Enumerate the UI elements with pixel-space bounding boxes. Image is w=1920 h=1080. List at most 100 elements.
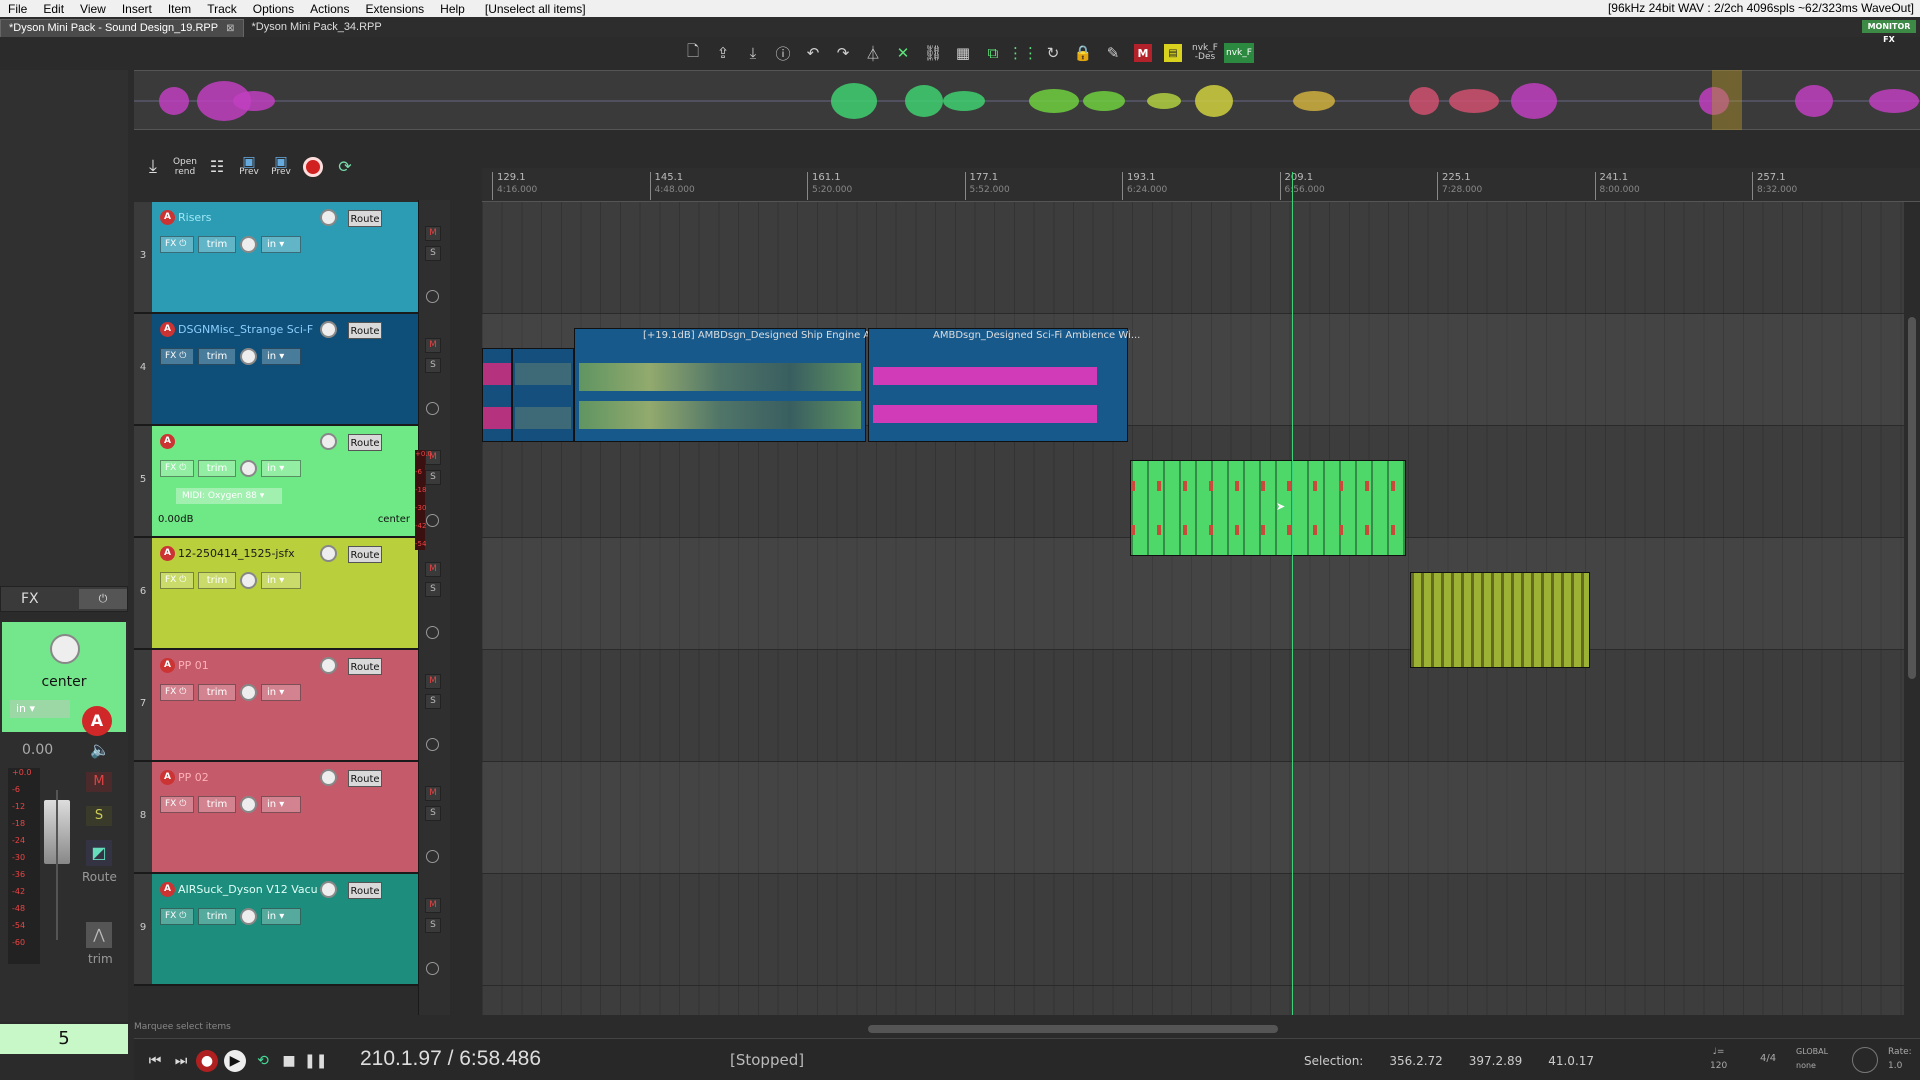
track-name[interactable]: A AIRSuck_Dyson V12 Vacu — [160, 882, 318, 897]
tempo-display[interactable]: ♩= 120 — [1710, 1045, 1727, 1073]
project-overview-waveform[interactable] — [134, 70, 1920, 130]
fx-button[interactable]: FX ⏻ — [160, 348, 194, 365]
track-header[interactable]: A Risers Route FX ⏻ trim in ▾ — [152, 202, 418, 314]
route-button[interactable]: Route — [348, 546, 382, 563]
track-name[interactable]: A PP 01 — [160, 658, 318, 673]
track-solo-button[interactable]: S — [425, 470, 441, 485]
grid-icon[interactable]: ▦ — [950, 41, 976, 65]
track-name[interactable]: A — [160, 434, 318, 449]
track-mute-button[interactable]: M — [425, 562, 441, 577]
lane-track-7[interactable] — [482, 650, 1904, 762]
track-volume-knob[interactable] — [320, 881, 337, 898]
fx-button[interactable]: FX ⏻ — [160, 908, 194, 925]
track-volume-knob[interactable] — [320, 209, 337, 226]
track-number[interactable]: 3 — [134, 202, 152, 314]
selection-end[interactable]: 397.2.89 — [1469, 1054, 1522, 1068]
monitor-fx-button[interactable]: MONITOR FX — [1862, 20, 1916, 44]
menu-item[interactable]: Item — [160, 2, 199, 16]
record-arm-button[interactable]: A — [160, 210, 175, 225]
record-icon[interactable] — [300, 152, 326, 182]
track-volume-knob[interactable] — [320, 321, 337, 338]
track-pan-knob[interactable] — [240, 572, 257, 589]
lane-track-8[interactable] — [482, 762, 1904, 874]
play-icon[interactable]: ▶ — [224, 1050, 246, 1072]
track-name[interactable]: A PP 02 — [160, 770, 318, 785]
nvk-f-button[interactable]: nvk_F — [1224, 43, 1254, 63]
media-item-scifi-ambience[interactable]: AMBDsgn_Designed Sci-Fi Ambience Wi... — [868, 328, 1140, 442]
input-button[interactable]: in ▾ — [261, 908, 301, 925]
menu-extensions[interactable]: Extensions — [357, 2, 432, 16]
track-pan-knob[interactable] — [240, 460, 257, 477]
track-envelope-icon[interactable] — [426, 514, 439, 527]
save-project-icon[interactable]: ⤓ — [740, 41, 766, 65]
route-button[interactable]: Route — [348, 210, 382, 227]
input-button[interactable]: in ▾ — [261, 796, 301, 813]
media-item-track6[interactable] — [1410, 572, 1590, 668]
timeline-ruler[interactable]: 129.1 4:16.000 145.1 4:48.000 161.1 5:20.000 1… — [482, 168, 1920, 202]
lock-icon[interactable]: 🔒 — [1070, 41, 1096, 65]
repeat-icon[interactable]: ⟲ — [252, 1050, 274, 1072]
track-mute-button[interactable]: M — [425, 674, 441, 689]
track-envelope-icon[interactable] — [426, 290, 439, 303]
record-arm-button[interactable]: A — [160, 546, 175, 561]
mixer-track-number[interactable]: 5 — [0, 1024, 128, 1054]
track-number[interactable]: 9 — [134, 874, 152, 986]
trim-button[interactable]: trim — [198, 908, 236, 925]
project-settings-icon[interactable]: ⓘ — [770, 41, 796, 65]
route-button[interactable]: Route — [348, 882, 382, 899]
track-solo-button[interactable]: S — [425, 358, 441, 373]
input-button[interactable]: in ▾ — [261, 460, 301, 477]
menu-options[interactable]: Options — [245, 2, 302, 16]
speaker-icon[interactable]: 🔈 — [90, 740, 110, 759]
track-name[interactable]: A Risers — [160, 210, 318, 225]
audio-device-status[interactable]: [96kHz 24bit WAV : 2/2ch 4096spls ~62/32… — [1608, 1, 1914, 15]
track-number[interactable]: 8 — [134, 762, 152, 874]
marker-m-button[interactable]: M — [1134, 44, 1152, 62]
open-project-icon[interactable]: ⇪ — [710, 41, 736, 65]
refresh-icon[interactable]: ⟳ — [332, 152, 358, 182]
menu-track[interactable]: Track — [199, 2, 245, 16]
close-tab-icon[interactable]: ⊠ — [226, 23, 234, 34]
track-envelope-icon[interactable] — [426, 850, 439, 863]
track-envelope-icon[interactable] — [426, 402, 439, 415]
transport-position[interactable]: 210.1.97 / 6:58.486 — [360, 1047, 541, 1071]
track-number[interactable]: 6 — [134, 538, 152, 650]
track-mute-button[interactable]: M — [425, 786, 441, 801]
selection-start[interactable]: 356.2.72 — [1389, 1054, 1442, 1068]
track-volume-knob[interactable] — [320, 657, 337, 674]
nvk-design-button[interactable]: nvk_F -Des — [1190, 41, 1220, 65]
menu-file[interactable]: File — [0, 2, 35, 16]
script-button-icon[interactable]: ▤ — [1164, 44, 1182, 62]
selection-display[interactable]: Selection: 356.2.72 397.2.89 41.0.17 — [1304, 1054, 1594, 1068]
trim-icon[interactable]: ⋀ — [86, 922, 112, 948]
fx-button[interactable]: FX ⏻ — [160, 460, 194, 477]
lane-track-9[interactable] — [482, 874, 1904, 986]
trim-button[interactable]: trim — [198, 684, 236, 701]
mixer-record-arm-button[interactable]: A — [82, 706, 112, 736]
trim-button[interactable]: trim — [198, 348, 236, 365]
menu-view[interactable]: View — [72, 2, 114, 16]
input-button[interactable]: in ▾ — [261, 348, 301, 365]
pause-icon[interactable]: ❚❚ — [304, 1050, 327, 1072]
stop-icon[interactable]: ■ — [278, 1050, 300, 1072]
track-header[interactable]: A AIRSuck_Dyson V12 Vacu Route FX ⏻ trim in ▾ — [152, 874, 418, 986]
download-icon[interactable]: ⤓ — [140, 152, 166, 182]
trim-button[interactable]: trim — [198, 236, 236, 253]
track-solo-button[interactable]: S — [425, 582, 441, 597]
record-arm-button[interactable]: A — [160, 882, 175, 897]
track-name[interactable]: A 12-250414_1525-jsfx — [160, 546, 318, 561]
track-header[interactable]: A Route FX ⏻ trim in ▾ MIDI: Oxygen 88 ▾ 0.00d… — [152, 426, 418, 538]
global-automation-mode[interactable]: GLOBAL none — [1796, 1045, 1828, 1073]
mixer-mute-button[interactable]: M — [86, 772, 112, 792]
record-button-icon[interactable]: ● — [196, 1050, 218, 1072]
track-number[interactable]: 7 — [134, 650, 152, 762]
track-header[interactable]: A PP 02 Route FX ⏻ trim in ▾ — [152, 762, 418, 874]
track-envelope-icon[interactable] — [426, 962, 439, 975]
tab-project-sound-design[interactable]: *Dyson Mini Pack - Sound Design_19.RPP ⊠ — [0, 19, 244, 37]
track-solo-button[interactable]: S — [425, 246, 441, 261]
vertical-scroll-thumb[interactable] — [1908, 317, 1916, 679]
go-to-end-icon[interactable]: ⏭ — [170, 1050, 192, 1072]
fx-bypass-power-icon[interactable]: ⏻ — [79, 589, 127, 609]
track-pan-knob[interactable] — [240, 796, 257, 813]
time-signature[interactable]: 4/4 — [1760, 1053, 1776, 1064]
